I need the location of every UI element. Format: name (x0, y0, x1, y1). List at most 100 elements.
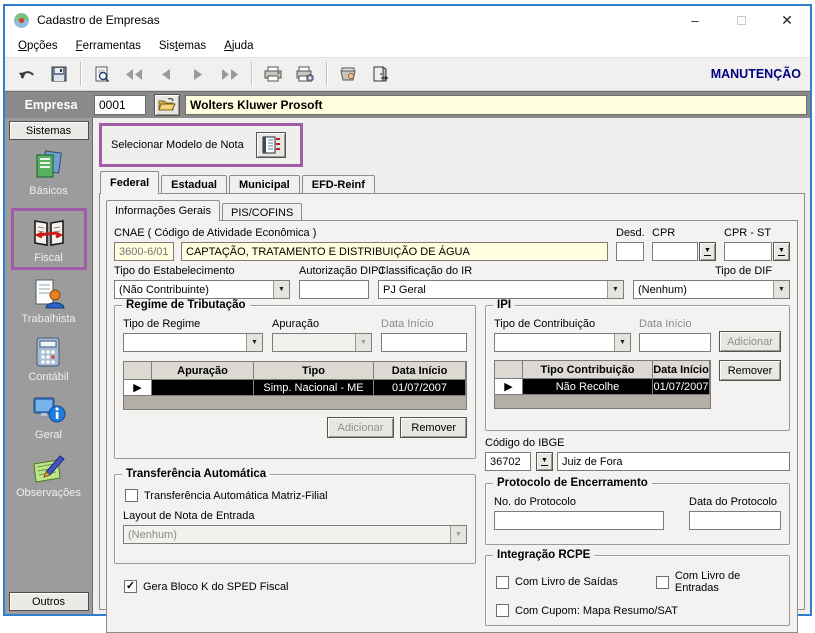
estabelecimento-label: Tipo do Estabelecimento (114, 265, 235, 277)
matriz-filial-checkbox[interactable] (125, 489, 138, 502)
tab-municipal[interactable]: Municipal (229, 175, 300, 194)
matriz-filial-label: Transferência Automática Matriz-Filial (144, 489, 328, 502)
data-protocolo-field[interactable] (689, 511, 781, 530)
sidebar-footer-outros[interactable]: Outros (8, 592, 89, 611)
mode-status-label: MANUTENÇÃO (710, 67, 801, 81)
sidebar-item-trabalhista[interactable]: Trabalhista (21, 278, 76, 325)
ibge-code-field[interactable]: 36702 (485, 452, 531, 471)
fiscal-icon (33, 220, 64, 246)
grid-indicator-header (124, 362, 152, 380)
chevron-down-icon: ▼ (355, 334, 371, 351)
regime-tributacao-group: Regime de Tributação Tipo de Regime ▼ Ap… (114, 299, 476, 459)
sidebar-item-basicos[interactable]: Básicos (29, 150, 68, 197)
bloco-k-checkbox[interactable]: ✓ (124, 580, 137, 593)
menu-ferramentas[interactable]: Ferramentas (67, 36, 150, 56)
menu-opcoes[interactable]: Opções (9, 36, 67, 56)
ibge-lookup-button[interactable]: ▼ (536, 452, 553, 471)
ibge-city-field[interactable]: Juiz de Fora (557, 452, 790, 471)
previous-record-button[interactable] (150, 61, 182, 88)
ipi-adicionar-button[interactable]: Adicionar (719, 331, 781, 352)
grid-indicator-header (495, 361, 523, 379)
close-button[interactable]: ✕ (764, 6, 810, 34)
chevron-down-icon: ▼ (607, 281, 623, 298)
next-record-icon (194, 68, 202, 80)
sidebar-item-geral[interactable]: Geral (32, 394, 66, 441)
sidebar-item-observacoes[interactable]: Observações (16, 452, 81, 499)
regime-data-inicio-field[interactable] (381, 333, 467, 352)
subtab-pis-cofins[interactable]: PIS/COFINS (221, 203, 303, 221)
exit-button[interactable] (364, 61, 396, 88)
ipi-data-inicio-field[interactable] (639, 333, 711, 352)
ipi-grid: Tipo Contribuição Data Início ▶ Não Reco… (494, 360, 711, 409)
ipi-remover-button[interactable]: Remover (719, 360, 781, 381)
geral-icon (33, 397, 65, 423)
apuracao-combo[interactable]: ▼ (272, 333, 372, 352)
tab-efd-reinf[interactable]: EFD-Reinf (301, 175, 375, 194)
toolbar-separator (326, 62, 327, 86)
menu-sistemas[interactable]: Sistemas (150, 36, 215, 56)
first-record-button[interactable] (118, 61, 150, 88)
tab-federal[interactable]: Federal (100, 171, 160, 194)
subtab-informacoes-gerais[interactable]: Informações Gerais (106, 200, 220, 221)
cpr-field[interactable] (652, 242, 698, 261)
save-icon (51, 66, 67, 82)
row-indicator-icon: ▶ (495, 379, 523, 395)
last-record-icon (222, 68, 238, 80)
sidebar-item-contabil[interactable]: Contábil (28, 336, 69, 383)
print-button[interactable] (257, 61, 289, 88)
regime-grid-header: Apuração Tipo Data Início (124, 362, 466, 380)
basicos-icon (36, 150, 62, 178)
cupom-sat-checkbox[interactable] (496, 604, 509, 617)
cpr-st-lookup-button[interactable]: ▼ (773, 242, 790, 261)
exit-icon (373, 66, 388, 82)
grid-empty-area (124, 396, 466, 409)
cupom-sat-label: Com Cupom: Mapa Resumo/SAT (515, 604, 679, 617)
maximize-button[interactable] (718, 6, 764, 34)
last-record-button[interactable] (214, 61, 246, 88)
layout-nota-label: Layout de Nota de Entrada (123, 510, 255, 522)
regime-remover-button[interactable]: Remover (400, 417, 467, 438)
next-record-button[interactable] (182, 61, 214, 88)
ipi-grid-row-selected[interactable]: ▶ Não Recolhe 01/07/2007 (495, 379, 710, 395)
regime-grid-row-selected[interactable]: ▶ Simp. Nacional - ME 01/07/2007 (124, 380, 466, 396)
cpr-st-field[interactable] (724, 242, 772, 261)
save-button[interactable] (43, 61, 75, 88)
desd-field[interactable] (616, 242, 644, 261)
tab-estadual[interactable]: Estadual (161, 175, 227, 194)
tipo-regime-combo[interactable]: ▼ (123, 333, 263, 352)
sidebar-header-sistemas[interactable]: Sistemas (8, 121, 89, 140)
preview-button[interactable] (86, 61, 118, 88)
cnae-description-field[interactable]: CAPTAÇÃO, TRATAMENTO E DISTRIBUIÇÃO DE Á… (181, 242, 608, 261)
livro-saidas-checkbox[interactable] (496, 575, 509, 589)
chevron-down-icon: ▼ (614, 334, 630, 351)
cpr-label: CPR (652, 227, 676, 239)
select-model-button[interactable] (255, 132, 286, 158)
menu-ajuda[interactable]: Ajuda (215, 36, 262, 56)
transferencia-group-title: Transferência Automática (122, 468, 271, 480)
chevron-down-icon: ▼ (450, 526, 466, 543)
open-company-button[interactable] (154, 94, 180, 116)
regime-adicionar-button[interactable]: Adicionar (326, 417, 395, 438)
sidebar-item-label: Fiscal (34, 252, 63, 264)
layout-nota-combo[interactable]: (Nenhum) ▼ (123, 525, 467, 544)
print-config-button[interactable] (289, 61, 321, 88)
company-code-input[interactable]: 0001 (94, 95, 146, 115)
estabelecimento-combo[interactable]: (Não Contribuinte) ▼ (114, 280, 290, 299)
dipj-field[interactable] (299, 280, 369, 299)
tipo-contribuicao-combo[interactable]: ▼ (494, 333, 631, 352)
livro-saidas-label: Com Livro de Saídas (515, 576, 618, 588)
post-record-button[interactable] (332, 61, 364, 88)
classificacao-ir-combo[interactable]: PJ Geral ▼ (378, 280, 624, 299)
tipo-dif-combo[interactable]: (Nenhum) ▼ (633, 280, 790, 299)
sidebar-item-fiscal[interactable]: Fiscal (32, 217, 66, 264)
company-name-field[interactable]: Wolters Kluwer Prosoft (185, 95, 807, 115)
undo-button[interactable] (11, 61, 43, 88)
livro-entradas-checkbox[interactable] (655, 575, 669, 589)
cpr-lookup-button[interactable]: ▼ (699, 242, 716, 261)
cnae-code-field[interactable]: 3600-6/01 (114, 242, 174, 261)
close-icon: ✕ (781, 11, 793, 28)
ipi-group-title: IPI (493, 299, 516, 311)
minimize-button[interactable]: – (672, 6, 718, 34)
no-protocolo-field[interactable] (494, 511, 664, 530)
cpr-st-label: CPR - ST (724, 227, 772, 239)
